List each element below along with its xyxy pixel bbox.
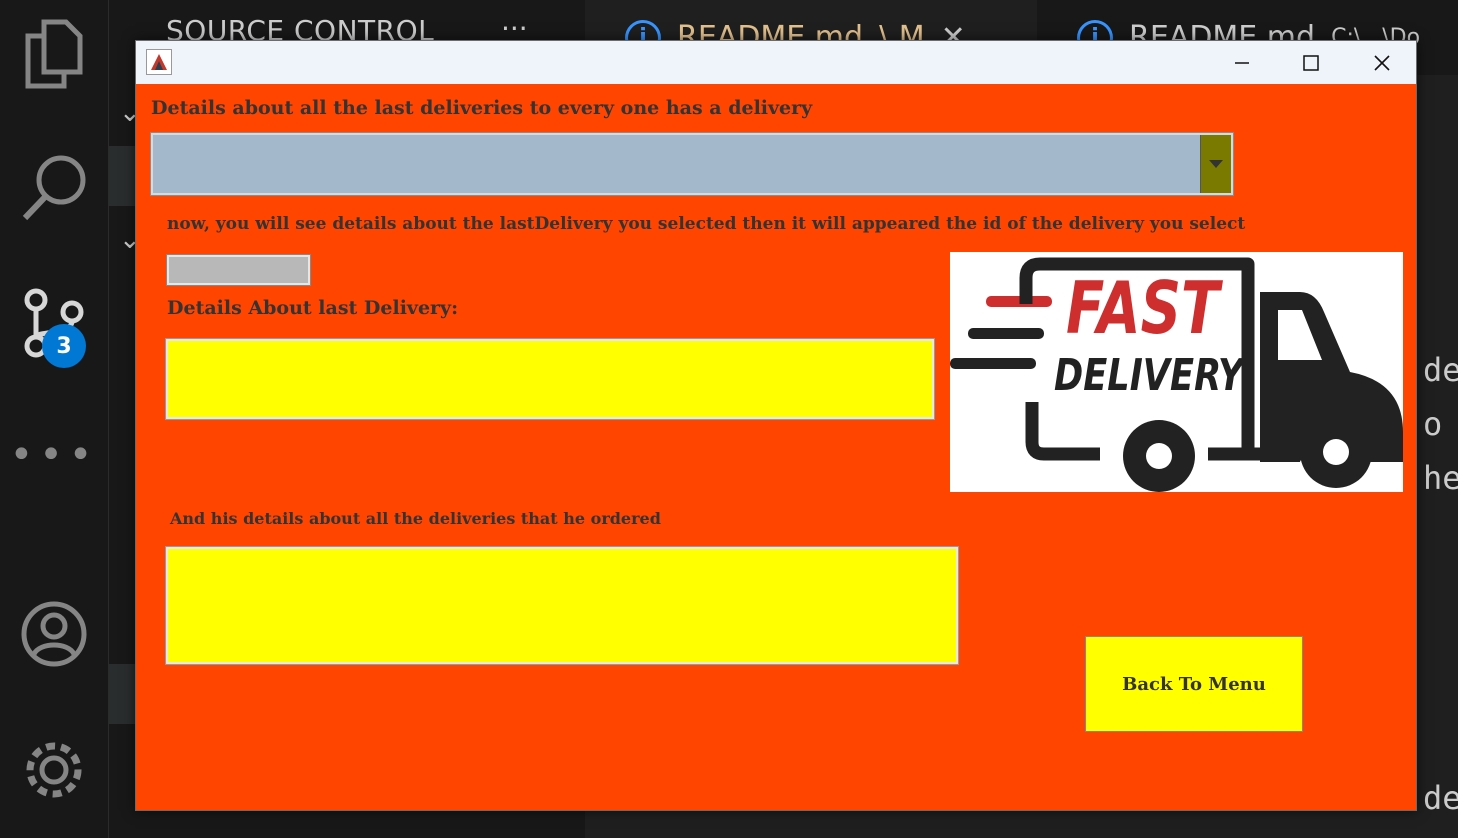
- editor-text: de: [1423, 351, 1458, 389]
- explorer-icon[interactable]: [0, 18, 108, 90]
- editor-text: he: [1423, 459, 1458, 497]
- minimize-button[interactable]: [1207, 41, 1277, 84]
- account-icon[interactable]: [0, 600, 108, 668]
- maximize-button[interactable]: [1276, 41, 1346, 84]
- editor-text: o r: [1423, 405, 1458, 443]
- last-delivery-textarea[interactable]: [165, 338, 935, 420]
- logo-delivery: DELIVERY: [1054, 350, 1244, 401]
- editor-text: del: [1423, 779, 1458, 817]
- search-icon[interactable]: [0, 150, 108, 224]
- instruction-label: now, you will see details about the last…: [167, 214, 1246, 234]
- last-delivery-label: Details About last Delivery:: [167, 297, 459, 319]
- more-icon[interactable]: •••: [0, 432, 108, 478]
- back-to-menu-button[interactable]: Back To Menu: [1085, 636, 1303, 732]
- delivery-details-window: Details about all the last deliveries to…: [135, 40, 1417, 811]
- java-app-icon: [146, 49, 172, 75]
- heading-label: Details about all the last deliveries to…: [151, 97, 813, 119]
- window-titlebar[interactable]: [136, 41, 1416, 84]
- delivery-id-field[interactable]: [166, 254, 311, 286]
- all-deliveries-textarea[interactable]: [165, 546, 959, 665]
- all-deliveries-label: And his details about all the deliveries…: [170, 509, 661, 528]
- delivery-combobox[interactable]: [150, 132, 1234, 196]
- gear-icon[interactable]: [0, 735, 108, 805]
- scm-badge: 3: [42, 324, 86, 368]
- fast-delivery-logo: FAST DELIVERY: [950, 252, 1403, 492]
- window-content: Details about all the last deliveries to…: [136, 84, 1416, 810]
- activity-bar: 3 •••: [0, 0, 108, 838]
- close-button[interactable]: [1347, 41, 1417, 84]
- chevron-down-icon[interactable]: [1200, 135, 1231, 193]
- logo-fast: FAST: [1066, 266, 1220, 350]
